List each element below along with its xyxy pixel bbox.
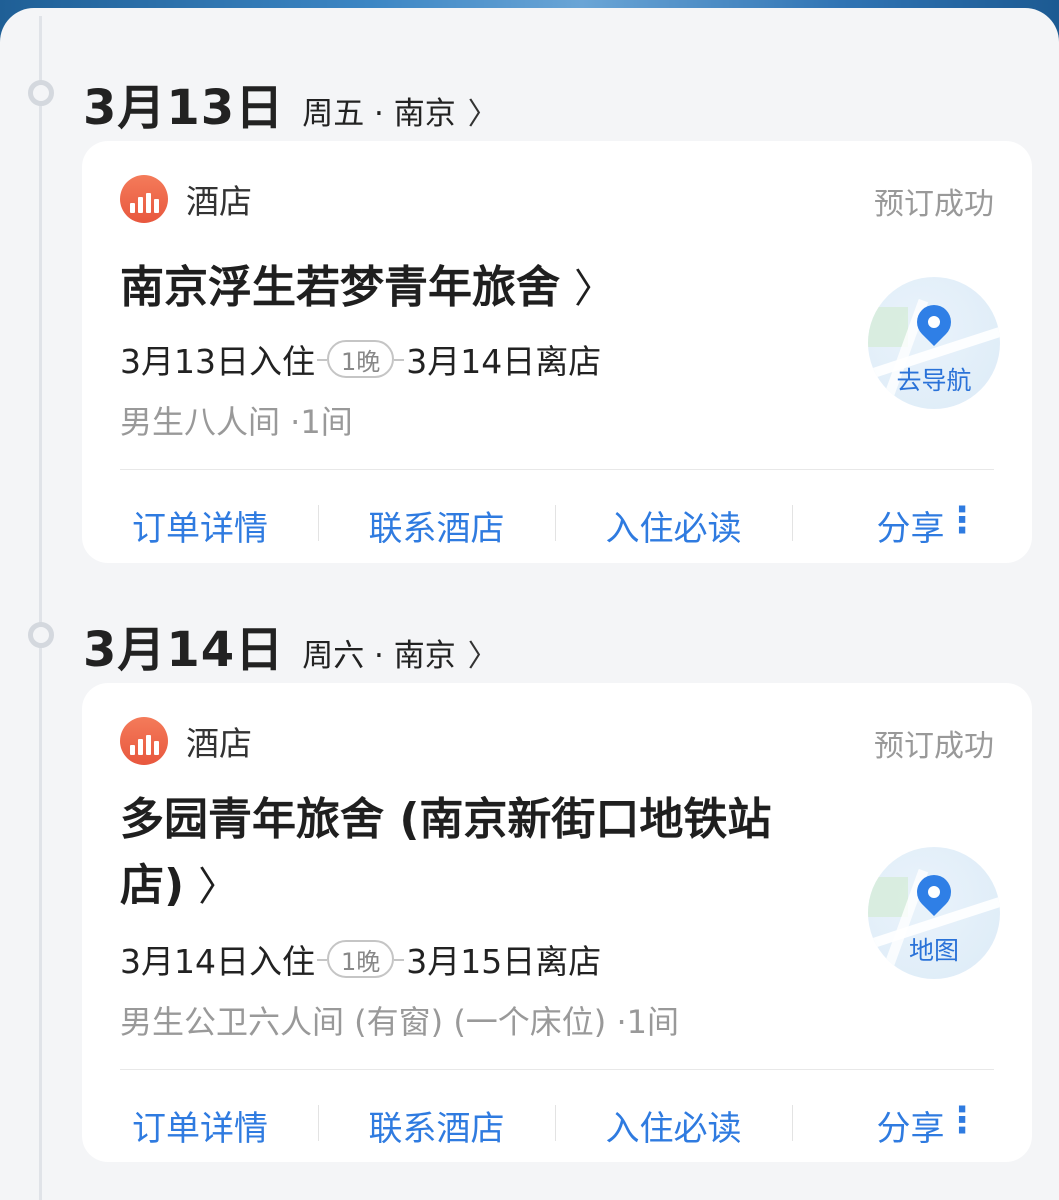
booking-type-label: 酒店: [186, 182, 252, 221]
day-weekday-city: 周五 · 南京: [302, 96, 456, 132]
checkout-date: 3月15日离店: [406, 942, 602, 981]
hotel-icon: [120, 175, 168, 223]
contact-hotel-button[interactable]: 联系酒店: [318, 1101, 555, 1150]
checkout-date: 3月14日离店: [406, 342, 602, 381]
chevron-right-icon: 〉: [467, 639, 498, 674]
stay-dates: 3月14日入住 1晚 3月15日离店: [120, 935, 601, 983]
share-button[interactable]: 分享: [792, 501, 1029, 550]
chevron-right-icon: 〉: [574, 266, 614, 312]
hotel-name-link[interactable]: 南京浮生若梦青年旅舍〉: [120, 255, 840, 322]
card-actions: 订单详情 联系酒店 入住必读 分享: [82, 501, 1032, 550]
checkin-guide-button[interactable]: 入住必读: [555, 1101, 792, 1150]
divider: [120, 469, 994, 470]
map-button[interactable]: 地图: [868, 847, 1000, 979]
chevron-right-icon: 〉: [198, 864, 239, 910]
order-details-button[interactable]: 订单详情: [82, 1101, 318, 1150]
hotel-icon: [120, 717, 168, 765]
room-info: 男生八人间 ·1间: [120, 403, 353, 441]
booking-status: 预订成功: [874, 729, 994, 764]
day-header[interactable]: 3月14日 周六 · 南京 〉: [83, 610, 498, 680]
divider: [120, 1069, 994, 1070]
navigate-label: 去导航: [896, 366, 972, 395]
day-date: 3月14日: [83, 622, 285, 678]
checkin-guide-button[interactable]: 入住必读: [555, 501, 792, 550]
hotel-booking-card[interactable]: 酒店 预订成功 多园青年旅舍 (南京新街口地铁站店) 〉 3月14日入住 1晚 3…: [82, 683, 1032, 1162]
card-actions: 订单详情 联系酒店 入住必读 分享: [82, 1101, 1032, 1150]
timeline-dot: [28, 622, 54, 648]
booking-type-label: 酒店: [186, 724, 252, 763]
day-date: 3月13日: [83, 80, 285, 136]
more-vertical-icon[interactable]: ⋮: [944, 1103, 980, 1139]
map-label: 地图: [908, 936, 959, 965]
day-header[interactable]: 3月13日 周五 · 南京 〉: [83, 68, 498, 138]
share-button[interactable]: 分享: [792, 1101, 1029, 1150]
stay-dates: 3月13日入住 1晚 3月14日离店: [120, 335, 601, 383]
room-info: 男生公卫六人间 (有窗) (一个床位) ·1间: [120, 1003, 679, 1041]
navigate-button[interactable]: 去导航: [868, 277, 1000, 409]
card-header: 酒店: [120, 175, 252, 223]
order-details-button[interactable]: 订单详情: [82, 501, 318, 550]
hotel-name-link[interactable]: 多园青年旅舍 (南京新街口地铁站店) 〉: [120, 787, 840, 920]
nights-badge: 1晚: [316, 340, 405, 378]
checkin-date: 3月13日入住: [120, 342, 315, 381]
card-header: 酒店: [120, 717, 252, 765]
contact-hotel-button[interactable]: 联系酒店: [318, 501, 555, 550]
hotel-name: 南京浮生若梦青年旅舍: [120, 262, 560, 313]
trip-itinerary-sheet: 3月13日 周五 · 南京 〉 酒店 预订成功 南京浮生若梦青年旅舍〉 3月13…: [0, 8, 1059, 1200]
day-weekday-city: 周六 · 南京: [302, 638, 456, 674]
timeline-line: [39, 16, 42, 1200]
timeline-dot: [28, 80, 54, 106]
checkin-date: 3月14日入住: [120, 942, 315, 981]
nights-badge: 1晚: [316, 940, 405, 978]
hotel-booking-card[interactable]: 酒店 预订成功 南京浮生若梦青年旅舍〉 3月13日入住 1晚 3月14日离店 男…: [82, 141, 1032, 563]
booking-status: 预订成功: [874, 187, 994, 222]
chevron-right-icon: 〉: [467, 97, 498, 132]
more-vertical-icon[interactable]: ⋮: [944, 503, 980, 539]
